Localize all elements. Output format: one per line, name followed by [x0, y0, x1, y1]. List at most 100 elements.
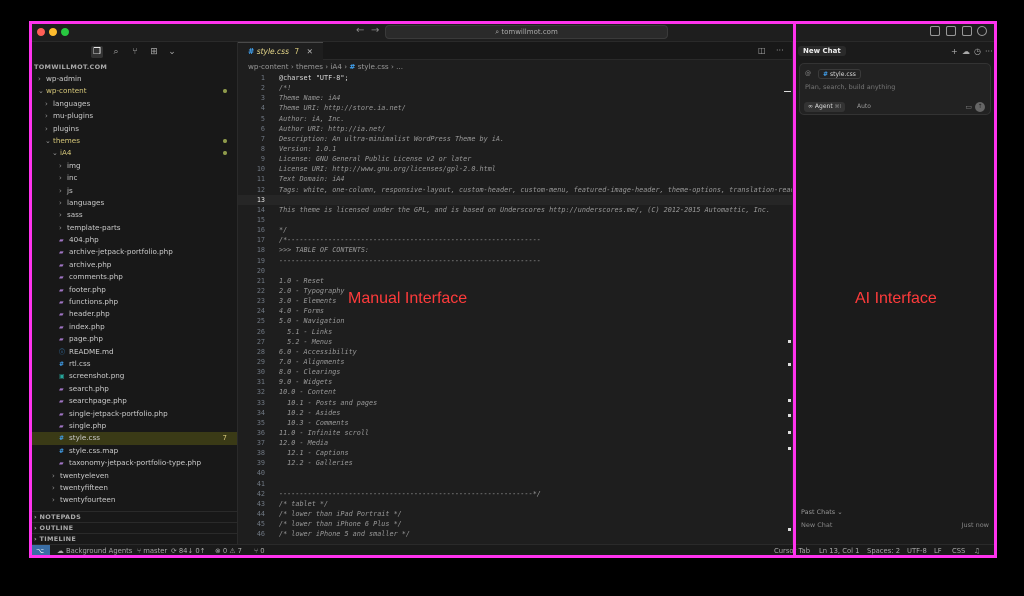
- code-line[interactable]: 12 Tags: white, one-column, responsive-la…: [238, 185, 792, 195]
- code-line[interactable]: 46 /* lower iPhone 5 and smaller */: [238, 529, 792, 539]
- tree-file[interactable]: ▰ single-jetpack-portfolio.php: [30, 408, 237, 420]
- minimize-window-button[interactable]: [49, 28, 57, 36]
- close-window-button[interactable]: [37, 28, 45, 36]
- breadcrumb-item[interactable]: style.css: [358, 62, 389, 71]
- code-line[interactable]: 30 8.0 - Clearings: [238, 367, 792, 377]
- past-chats-toggle[interactable]: Past Chats ⌄: [801, 508, 843, 516]
- tree-file[interactable]: ▰ searchpage.php: [30, 395, 237, 407]
- code-line[interactable]: 2 /*!: [238, 83, 792, 93]
- code-line[interactable]: 1 @charset "UTF-8";: [238, 73, 792, 83]
- maximize-window-button[interactable]: [61, 28, 69, 36]
- tree-folder[interactable]: ⌄ iA4: [30, 147, 237, 159]
- history-icon[interactable]: ◷: [974, 47, 981, 56]
- code-line[interactable]: 23 3.0 - Elements: [238, 296, 792, 306]
- explorer-files-icon[interactable]: ❐: [91, 46, 103, 58]
- branch-indicator[interactable]: ⑂ master: [137, 545, 167, 557]
- code-line[interactable]: 13: [238, 194, 792, 205]
- code-line[interactable]: 3 Theme Name: iA4: [238, 93, 792, 103]
- sidebar-section-notepads[interactable]: › NOTEPADS: [30, 511, 237, 522]
- code-line[interactable]: 6 Author URI: http://ia.net/: [238, 124, 792, 134]
- code-line[interactable]: 34 10.2 - Asides: [238, 408, 792, 418]
- search-icon[interactable]: ⌕: [110, 46, 122, 58]
- tree-folder[interactable]: › twentyfifteen: [30, 482, 237, 494]
- tree-file[interactable]: ▰ archive.php: [30, 259, 237, 271]
- code-line[interactable]: 22 2.0 - Typography: [238, 286, 792, 296]
- editor-scrollbar[interactable]: [782, 73, 792, 544]
- source-control-icon[interactable]: ⑂: [129, 46, 141, 58]
- tree-file[interactable]: # style.css 7: [30, 432, 237, 445]
- forward-arrow-icon[interactable]: →: [371, 25, 379, 36]
- cursor-tab-indicator[interactable]: Cursor Tab: [774, 545, 810, 557]
- code-line[interactable]: 14 This theme is licensed under the GPL, …: [238, 205, 792, 215]
- notifications-bell-icon[interactable]: ♫: [974, 545, 980, 557]
- tree-folder[interactable]: › twentyfourteen: [30, 494, 237, 506]
- breadcrumb-item[interactable]: iA4: [330, 62, 342, 71]
- code-line[interactable]: 7 Description: An ultra-minimalist WordPr…: [238, 134, 792, 144]
- code-line[interactable]: 24 4.0 - Forms: [238, 306, 792, 316]
- tree-file[interactable]: ▰ search.php: [30, 383, 237, 395]
- agent-mode-selector[interactable]: ∞ Agent ⌘I: [804, 102, 846, 112]
- breadcrumb-item[interactable]: ...: [396, 62, 403, 71]
- sidebar-section-outline[interactable]: › OUTLINE: [30, 522, 237, 533]
- toggle-primary-sidebar-icon[interactable]: [930, 26, 940, 36]
- ports-indicator[interactable]: ⑂ 0: [254, 545, 265, 557]
- toggle-secondary-sidebar-icon[interactable]: [962, 26, 972, 36]
- model-selector[interactable]: Auto: [857, 102, 871, 112]
- past-chat-item[interactable]: New Chat Just now: [801, 521, 989, 529]
- tree-file[interactable]: ▰ comments.php: [30, 271, 237, 283]
- code-line[interactable]: 20: [238, 266, 792, 276]
- tree-folder[interactable]: › wp-admin: [30, 73, 237, 85]
- remote-indicator-icon[interactable]: ⌥: [30, 545, 50, 557]
- image-attach-icon[interactable]: ▭: [965, 103, 972, 111]
- code-line[interactable]: 11 Text Domain: iA4: [238, 174, 792, 184]
- breadcrumb-item[interactable]: wp-content: [248, 62, 289, 71]
- code-line[interactable]: 17 /*------------------------------------…: [238, 235, 792, 245]
- eol-indicator[interactable]: LF: [934, 545, 942, 557]
- code-line[interactable]: 37 12.0 - Media: [238, 438, 792, 448]
- background-agent-cloud-icon[interactable]: ☁: [962, 47, 970, 56]
- at-mention-icon[interactable]: @: [805, 70, 811, 77]
- extensions-icon[interactable]: ⊞: [148, 46, 160, 58]
- code-line[interactable]: 10 License URI: http://www.gnu.org/licens…: [238, 164, 792, 174]
- encoding-indicator[interactable]: UTF-8: [907, 545, 927, 557]
- cursor-position[interactable]: Ln 13, Col 1: [819, 545, 860, 557]
- tree-file[interactable]: # rtl.css: [30, 358, 237, 370]
- code-line[interactable]: 16 */: [238, 225, 792, 235]
- code-line[interactable]: 40: [238, 468, 792, 478]
- tree-file[interactable]: ▰ archive-jetpack-portfolio.php: [30, 246, 237, 258]
- code-line[interactable]: 25 5.0 - Navigation: [238, 316, 792, 326]
- tree-file[interactable]: # style.css.map: [30, 445, 237, 457]
- tree-file[interactable]: ▰ page.php: [30, 333, 237, 345]
- indentation-indicator[interactable]: Spaces: 2: [867, 545, 900, 557]
- code-line[interactable]: 27 5.2 - Menus: [238, 337, 792, 347]
- code-line[interactable]: 18 >>> TABLE OF CONTENTS:: [238, 245, 792, 255]
- code-line[interactable]: 5 Author: iA, Inc.: [238, 114, 792, 124]
- code-line[interactable]: 19 --------------------------------------…: [238, 256, 792, 266]
- breadcrumb-item[interactable]: themes: [296, 62, 323, 71]
- chat-composer[interactable]: @ # style.css Plan, search, build anythin…: [799, 63, 991, 115]
- chat-input-placeholder[interactable]: Plan, search, build anything: [805, 83, 895, 91]
- tree-folder[interactable]: ⌄ themes: [30, 135, 237, 147]
- tree-folder[interactable]: › mu-plugins: [30, 110, 237, 122]
- tree-file[interactable]: ▰ single.php: [30, 420, 237, 432]
- tree-folder[interactable]: › twentyeleven: [30, 470, 237, 482]
- tree-folder[interactable]: ⌄ wp-content: [30, 85, 237, 97]
- tree-file[interactable]: ▰ header.php: [30, 308, 237, 320]
- code-line[interactable]: 29 7.0 - Alignments: [238, 357, 792, 367]
- code-line[interactable]: 32 10.0 - Content: [238, 387, 792, 397]
- code-line[interactable]: 8 Version: 1.0.1: [238, 144, 792, 154]
- settings-gear-icon[interactable]: [977, 26, 987, 36]
- tree-folder[interactable]: › languages: [30, 98, 237, 110]
- code-line[interactable]: 41: [238, 479, 792, 489]
- code-line[interactable]: 26 5.1 - Links: [238, 327, 792, 337]
- tab-style-css[interactable]: # style.css 7 ✕: [238, 42, 323, 60]
- add-chat-icon[interactable]: +: [951, 47, 958, 56]
- background-agents-button[interactable]: ☁ Background Agents: [57, 545, 132, 557]
- language-mode[interactable]: CSS: [952, 545, 965, 557]
- tree-file[interactable]: ▣ screenshot.png: [30, 370, 237, 382]
- more-icon[interactable]: ···: [985, 47, 993, 56]
- tree-file[interactable]: ▰ 404.php: [30, 234, 237, 246]
- code-line[interactable]: 21 1.0 - Reset: [238, 276, 792, 286]
- tree-folder[interactable]: › plugins: [30, 123, 237, 135]
- sidebar-section-timeline[interactable]: › TIMELINE: [30, 533, 237, 544]
